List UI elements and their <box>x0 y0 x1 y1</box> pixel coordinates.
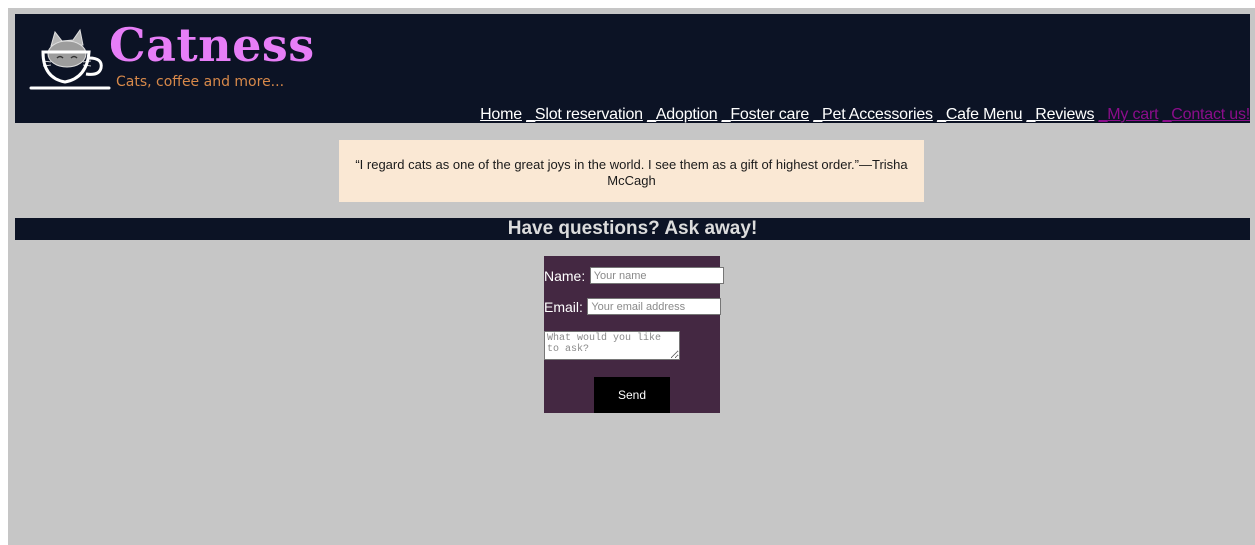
brand-name: Catness <box>109 18 315 72</box>
questions-banner: Have questions? Ask away! <box>15 218 1250 240</box>
nav-separator: _ <box>1162 106 1172 123</box>
send-button[interactable]: Send <box>594 377 670 413</box>
nav-link-reviews[interactable]: Reviews <box>1035 106 1094 123</box>
question-textarea[interactable] <box>544 331 680 360</box>
nav-link-foster-care[interactable]: Foster care <box>730 106 809 123</box>
nav-link-slot-reservation[interactable]: Slot reservation <box>535 106 643 123</box>
email-input[interactable] <box>587 298 722 316</box>
quote-text: “I regard cats as one of the great joys … <box>355 157 908 188</box>
nav-separator: _ <box>1026 106 1036 123</box>
nav-separator: _ <box>647 106 656 123</box>
site-logo[interactable]: Catness Cats, coffee and more... <box>29 18 329 94</box>
nav-link-cafe-menu[interactable]: Cafe Menu <box>946 106 1023 123</box>
nav-separator: _ <box>813 106 823 123</box>
nav-link-home[interactable]: Home <box>480 106 522 123</box>
cat-quote: “I regard cats as one of the great joys … <box>339 140 924 202</box>
nav-link-pet-accessories[interactable]: Pet Accessories <box>822 106 933 123</box>
site-header: Catness Cats, coffee and more... Home _S… <box>15 14 1250 123</box>
page: Catness Cats, coffee and more... Home _S… <box>8 8 1255 545</box>
questions-title: Have questions? Ask away! <box>507 218 758 239</box>
nav-separator: _ <box>1098 106 1108 123</box>
email-row: Email: <box>544 298 722 318</box>
contact-form: Name: Email: Send <box>544 256 724 413</box>
nav-link-adoption[interactable]: Adoption <box>656 106 718 123</box>
cat-in-coffee-cup-icon <box>29 28 111 90</box>
main-nav: Home _Slot reservation _Adoption _Foster… <box>480 106 1250 123</box>
nav-separator: _ <box>526 106 535 123</box>
name-row: Name: <box>544 267 724 287</box>
name-label: Name: <box>544 267 586 284</box>
name-input[interactable] <box>589 267 724 285</box>
brand-tagline: Cats, coffee and more... <box>116 74 285 90</box>
nav-link-contact-us[interactable]: Contact us! <box>1171 106 1250 123</box>
email-label: Email: <box>544 298 583 315</box>
nav-link-my-cart[interactable]: My cart <box>1107 106 1158 123</box>
nav-separator: _ <box>937 106 946 123</box>
